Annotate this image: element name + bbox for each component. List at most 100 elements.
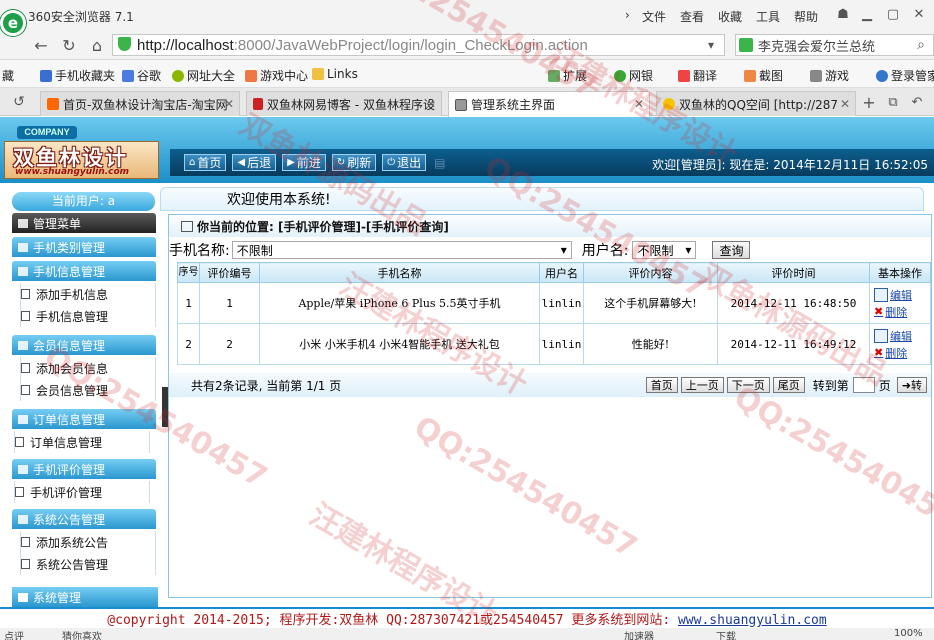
tab-list-icon[interactable]: ⧉ xyxy=(882,92,904,112)
chevron-right-icon[interactable]: › xyxy=(625,8,630,22)
tab-close-icon[interactable]: ✕ xyxy=(426,97,436,111)
status-zoom[interactable]: 100% xyxy=(894,628,923,639)
page-number-input[interactable] xyxy=(852,377,875,393)
tab-close-icon[interactable]: ✕ xyxy=(840,97,850,111)
url-path: :8000/JavaWebProject/login/login_CheckLo… xyxy=(233,36,588,54)
doc-icon xyxy=(21,559,30,569)
sidebar-item-phone-manage[interactable]: 手机信息管理 xyxy=(20,305,156,327)
tab-admin[interactable]: 管理系统主界面 ✕ xyxy=(448,91,650,117)
menu-file[interactable]: 文件 xyxy=(642,8,666,25)
url-input[interactable]: http://localhost:8000/JavaWebProject/log… xyxy=(112,34,725,56)
bookmark-google[interactable]: 谷歌 xyxy=(122,67,161,84)
tab-blog[interactable]: 双鱼林网易博客 - 双鱼林程序设 ✕ xyxy=(246,91,442,116)
menu-favorites[interactable]: 收藏 xyxy=(718,8,742,25)
nav-forward-button[interactable]: ▶ 前进 xyxy=(282,154,326,171)
nav-back-button[interactable]: ◀ 后退 xyxy=(232,154,277,171)
reload-icon[interactable]: ↻ xyxy=(58,35,80,55)
tool-screenshot[interactable]: 截图 xyxy=(744,67,783,84)
cell-user: linlin xyxy=(539,323,584,365)
shield-icon xyxy=(118,37,131,51)
sidebar-item-review-manage[interactable]: 手机评价管理 xyxy=(14,481,150,503)
bookmark-mobile[interactable]: 手机收藏夹 xyxy=(40,67,115,84)
first-page-button[interactable]: 首页 xyxy=(645,377,678,393)
group-phone-info[interactable]: 手机信息管理 xyxy=(12,261,156,281)
username-select[interactable]: 不限制 ▾ xyxy=(632,241,697,259)
edit-link[interactable]: 编辑 xyxy=(874,328,912,344)
last-page-button[interactable]: 尾页 xyxy=(772,377,805,393)
group-member-info[interactable]: 会员信息管理 xyxy=(12,335,156,355)
tool-games[interactable]: 游戏 xyxy=(810,67,849,84)
dropdown-icon[interactable]: ▾ xyxy=(700,35,722,55)
prev-page-button[interactable]: 上一页 xyxy=(680,377,724,393)
cell-phone: 小米 小米手机4 小米4智能手机 送大礼包 xyxy=(259,323,540,365)
col-content: 评价内容 xyxy=(583,262,718,283)
edit-link[interactable]: 编辑 xyxy=(874,287,912,303)
nav-logout-button[interactable]: ⏻ 退出 xyxy=(382,154,427,171)
tool-login[interactable]: 登录管家 xyxy=(876,67,934,84)
group-phone-category[interactable]: 手机类别管理 xyxy=(12,237,156,257)
cell-id: 2 xyxy=(199,323,260,365)
folder-icon xyxy=(18,242,28,252)
delete-link[interactable]: ✖ 删除 xyxy=(874,304,907,320)
sidebar-item-order-manage[interactable]: 订单信息管理 xyxy=(14,431,150,453)
welcome-info: 欢迎[管理员]: 现在是: 2014年12月11日 16:52:05 xyxy=(652,158,928,172)
group-system-manage[interactable]: 系统管理 xyxy=(12,587,158,607)
phone-name-select[interactable]: 不限制 ▾ xyxy=(231,241,572,259)
search-icon[interactable]: ⌕ xyxy=(910,35,932,55)
status-review[interactable]: 点评 xyxy=(4,628,24,640)
sidebar-item-add-phone[interactable]: 添加手机信息 xyxy=(20,283,156,305)
sidebar-item-add-notice[interactable]: 添加系统公告 xyxy=(20,531,156,553)
nav-home-button[interactable]: ⌂ 首页 xyxy=(184,154,227,171)
sidebar-item-member-manage[interactable]: 会员信息管理 xyxy=(20,379,156,401)
undo-icon[interactable]: ↶ xyxy=(906,92,928,112)
query-button[interactable]: 查询 xyxy=(712,241,751,259)
delete-icon: ✖ xyxy=(874,305,884,318)
url-host: http://localhost xyxy=(137,36,234,54)
sidebar-item-notice-manage[interactable]: 系统公告管理 xyxy=(20,553,156,575)
new-tab-icon[interactable]: + xyxy=(858,92,880,112)
tool-translate[interactable]: 翻译 xyxy=(678,67,717,84)
group-order-info[interactable]: 订单信息管理 xyxy=(12,409,156,429)
menu-view[interactable]: 查看 xyxy=(680,8,704,25)
bookmark-favorites[interactable]: 藏 xyxy=(2,67,14,84)
go-button[interactable]: ➜ 转 xyxy=(896,377,927,393)
search-engine-icon xyxy=(739,38,753,52)
tool-bank[interactable]: 网银 xyxy=(614,67,653,84)
skin-icon[interactable]: ☗ xyxy=(832,4,854,24)
folder-icon xyxy=(18,592,28,602)
search-input[interactable]: 李克强会爱尔兰总统 xyxy=(735,34,934,56)
phone-name-label: 手机名称: xyxy=(169,243,230,259)
group-notice[interactable]: 系统公告管理 xyxy=(12,509,156,529)
folder-icon xyxy=(18,266,28,276)
nav-refresh-button[interactable]: ↻ 刷新 xyxy=(331,154,377,171)
back-icon[interactable]: ← xyxy=(30,35,52,55)
tab-close-icon[interactable]: ✕ xyxy=(634,97,644,111)
site-link[interactable]: www.shuangyulin.com xyxy=(678,613,827,628)
menu-tools[interactable]: 工具 xyxy=(756,8,780,25)
restore-tab-icon[interactable]: ↺ xyxy=(8,92,30,112)
minimize-icon[interactable]: ▁ xyxy=(856,4,878,24)
close-icon[interactable]: ✕ xyxy=(908,4,930,24)
power-icon: ⏻ xyxy=(387,157,396,168)
status-recommend[interactable]: 猜你喜欢 xyxy=(62,628,102,640)
home-icon[interactable]: ⌂ xyxy=(86,35,108,55)
current-user-bar: 当前用户: a xyxy=(12,192,155,211)
cell-content: 这个手机屏幕够大! xyxy=(583,282,718,324)
bookmark-sites[interactable]: 网址大全 xyxy=(172,67,235,84)
next-page-button[interactable]: 下一页 xyxy=(726,377,770,393)
delete-link[interactable]: ✖ 删除 xyxy=(874,345,907,361)
bookmark-links[interactable]: Links xyxy=(312,67,358,81)
status-accelerator[interactable]: 加速器 xyxy=(624,628,654,640)
folder-icon xyxy=(18,414,28,424)
bookmark-games[interactable]: 游戏中心 xyxy=(245,67,308,84)
tab-close-icon[interactable]: ✕ xyxy=(224,97,234,111)
menu-help[interactable]: 帮助 xyxy=(794,8,818,25)
status-download[interactable]: 下载 xyxy=(716,628,736,640)
tab-taobao[interactable]: 首页-双鱼林设计淘宝店-淘宝网 ✕ xyxy=(40,91,240,116)
tab-qzone[interactable]: 双鱼林的QQ空间 [http://287 ✕ xyxy=(656,91,856,116)
doc-icon xyxy=(21,537,30,547)
group-review[interactable]: 手机评价管理 xyxy=(12,459,156,479)
tool-extensions[interactable]: 扩展 xyxy=(548,67,587,84)
maximize-icon[interactable]: ▢ xyxy=(882,4,904,24)
sidebar-item-add-member[interactable]: 添加会员信息 xyxy=(20,357,156,379)
